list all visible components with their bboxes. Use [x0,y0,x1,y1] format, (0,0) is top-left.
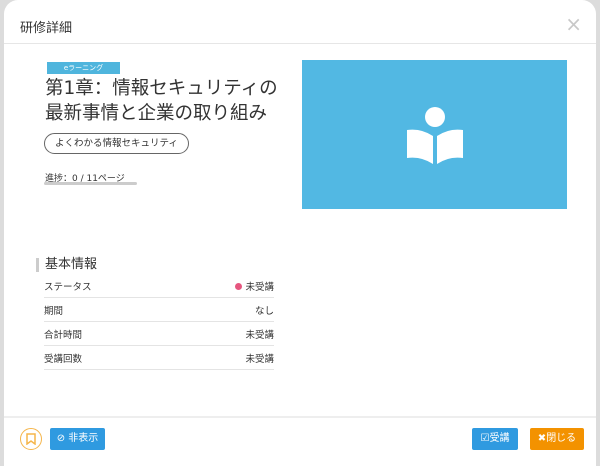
row-value: 未受講 [245,329,274,341]
row-label: ステータス [44,281,92,293]
type-badge: eラーニング [47,62,120,74]
close-icon[interactable]: × [565,12,582,36]
row-value: 未受講 [245,281,274,293]
modal-header: 研修詳細 × [4,0,596,44]
course-tag[interactable]: よくわかる情報セキュリティ [44,133,189,154]
row-label: 合計時間 [44,329,83,341]
status-dot [235,282,243,290]
info-table: ステータス 未受講 期間 なし 合計時間 未受講 受講回数 未受講 [44,274,274,370]
close-button[interactable]: ✖閉じる [530,428,584,450]
attend-button[interactable]: ☑受講 [472,428,518,450]
eye-slash-icon: ⊘ [56,433,66,444]
book-reader-icon [406,106,463,164]
attend-label: 受講 [489,433,510,444]
row-value: 未受講 [245,353,274,365]
bookmark-button[interactable] [20,428,42,450]
info-row-count: 受講回数 未受講 [44,346,274,370]
bookmark-icon [26,433,36,445]
info-row-period: 期間 なし [44,298,274,322]
footer-divider [4,416,596,418]
training-detail-modal: 研修詳細 × eラーニング 第1章：情報セキュリティの最新事情と企業の取り組み … [4,0,596,466]
course-title: 第1章：情報セキュリティの最新事情と企業の取り組み [45,78,278,124]
row-label: 受講回数 [44,353,83,365]
x-icon: ✖ [537,433,547,444]
section-heading: 基本情報 [36,258,97,272]
info-row-total-time: 合計時間 未受講 [44,322,274,346]
progress-bar [44,182,137,185]
modal-title: 研修詳細 [20,21,73,36]
hide-label: 非表示 [68,433,99,444]
row-value: なし [254,305,274,317]
info-row-status: ステータス 未受講 [44,274,274,298]
course-thumbnail [302,60,567,209]
close-label: 閉じる [546,433,577,444]
hide-button[interactable]: ⊘ 非表示 [50,428,105,450]
row-label: 期間 [44,305,64,317]
